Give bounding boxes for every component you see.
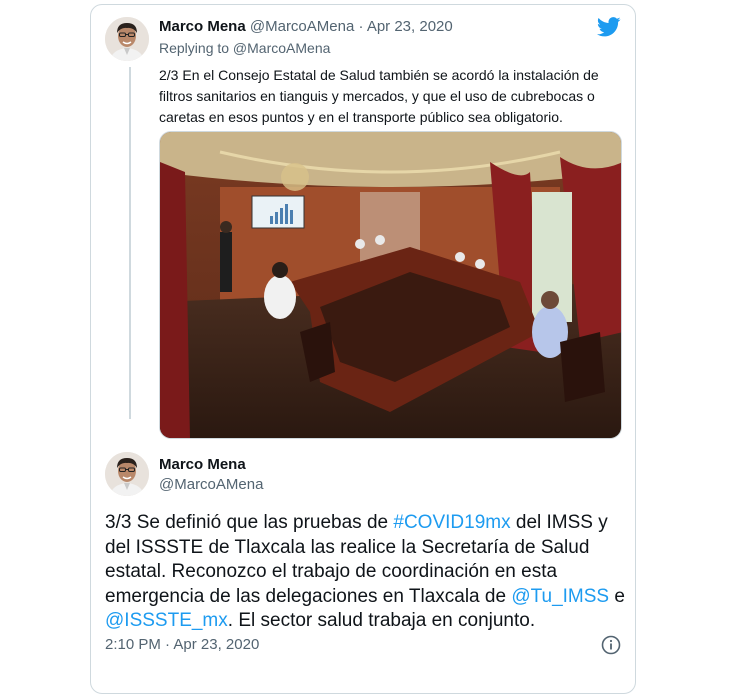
- avatar-marco-mena[interactable]: [105, 17, 149, 61]
- author-name-2[interactable]: Marco Mena: [159, 456, 246, 473]
- tweet2-text-part: e: [609, 585, 625, 607]
- tweet2-timestamp[interactable]: 2:10 PM · Apr 23, 2020: [105, 636, 259, 653]
- avatar-marco-mena-2[interactable]: [105, 452, 149, 496]
- thread-connector-line: [129, 67, 131, 419]
- author-handle[interactable]: @MarcoAMena: [250, 18, 354, 35]
- author-handle-2[interactable]: @MarcoAMena: [159, 476, 263, 493]
- twitter-bird-icon[interactable]: [597, 17, 621, 37]
- mention-link-issste[interactable]: @ISSSTE_mx: [105, 610, 228, 631]
- tweet-date[interactable]: Apr 23, 2020: [367, 18, 453, 35]
- author-name[interactable]: Marco Mena: [159, 18, 246, 35]
- hashtag-link[interactable]: #COVID19mx: [393, 512, 510, 533]
- tweet2-text-part: . El sector salud trabaja en conjunto.: [227, 610, 536, 631]
- meeting-room-photo: [160, 132, 621, 438]
- tweet-date[interactable]: Apr 23, 2020: [173, 636, 259, 653]
- info-icon[interactable]: [601, 635, 621, 655]
- embedded-tweet-card: Marco Mena @MarcoAMena · Apr 23, 2020 Re…: [90, 4, 636, 694]
- separator-dot: ·: [358, 18, 364, 35]
- replying-to[interactable]: Replying to @MarcoAMena: [159, 40, 330, 56]
- tweet-photo[interactable]: [159, 131, 622, 439]
- separator-dot: ·: [165, 636, 171, 653]
- tweet2-text: 3/3 Se definió que las pruebas de #COVID…: [105, 511, 625, 634]
- tweet1-header: Marco Mena @MarcoAMena · Apr 23, 2020: [159, 18, 453, 35]
- mention-link-imss[interactable]: @Tu_IMSS: [511, 586, 609, 607]
- tweet2-text-part: 3/3 Se definió que las pruebas de: [105, 512, 394, 533]
- tweet-time[interactable]: 2:10 PM: [105, 636, 161, 653]
- tweet1-text: 2/3 En el Consejo Estatal de Salud tambi…: [159, 67, 599, 125]
